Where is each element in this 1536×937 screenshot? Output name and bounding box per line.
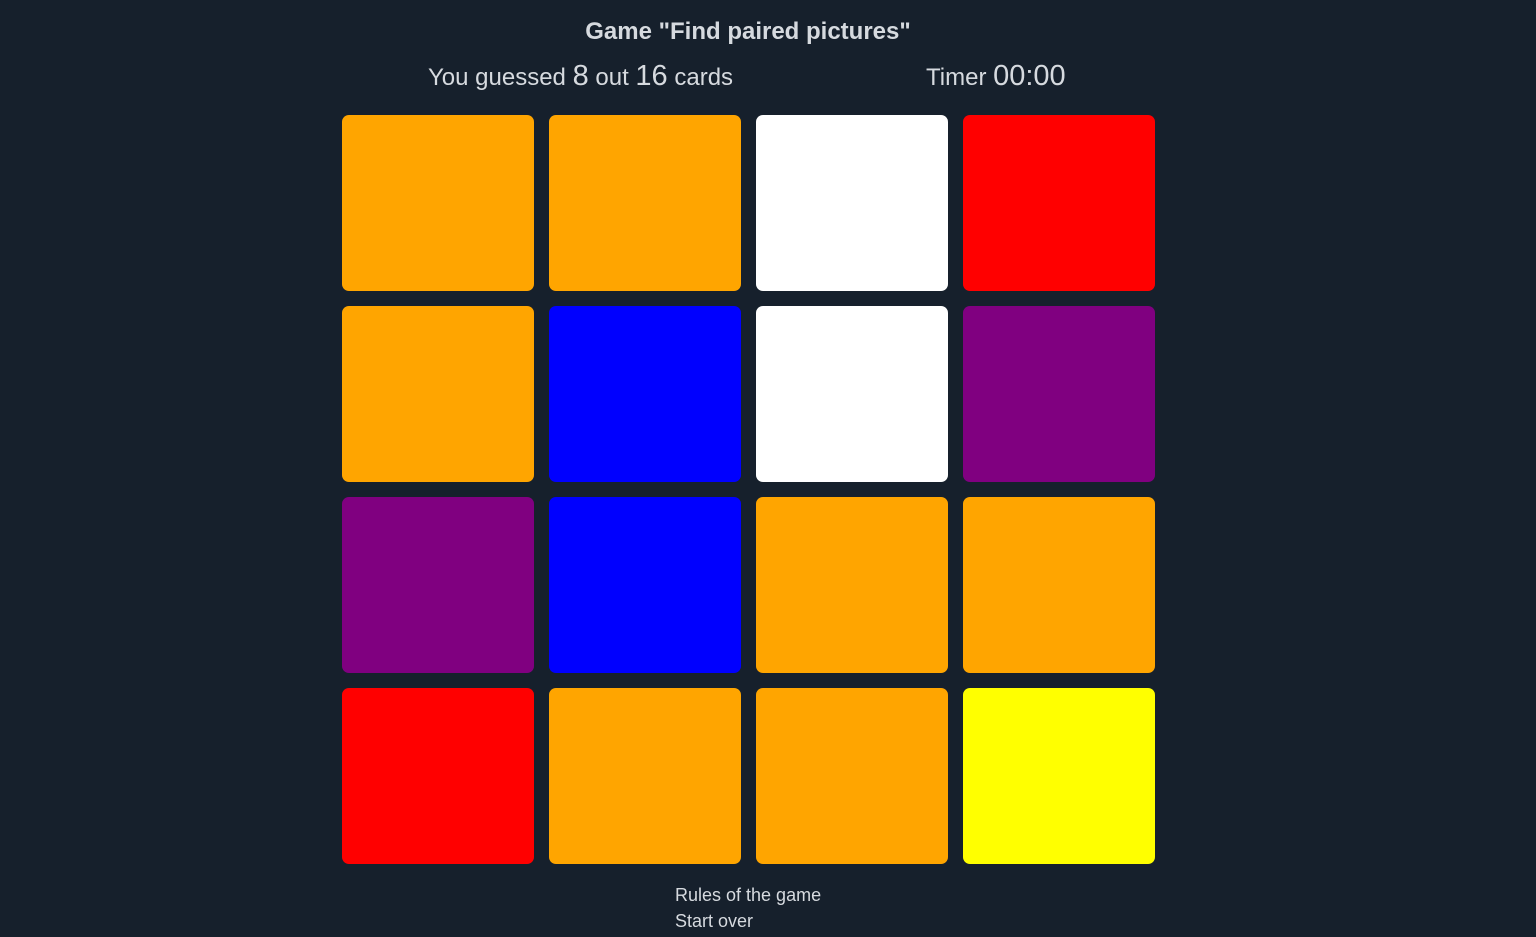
card-2[interactable] [549,115,741,291]
card-11[interactable] [756,497,948,673]
timer: Timer 00:00 [926,60,1066,93]
card-14[interactable] [549,688,741,864]
start-over-link[interactable]: Start over [675,908,821,934]
card-board [342,115,1155,864]
timer-value: 00:00 [993,60,1066,92]
score-suffix: cards [667,64,734,91]
card-13[interactable] [342,688,534,864]
card-5[interactable] [342,306,534,482]
card-16[interactable] [963,688,1155,864]
card-8[interactable] [963,306,1155,482]
page-title: Game "Find paired pictures" [585,18,911,45]
score-counter: You guessed 8 out 16 cards [428,60,733,93]
score-prefix: You guessed [428,64,573,91]
card-1[interactable] [342,115,534,291]
timer-label: Timer [926,64,994,91]
score-middle: out [588,64,636,91]
card-9[interactable] [342,497,534,673]
game-links: Rules of the game Start over [675,882,821,934]
rules-link[interactable]: Rules of the game [675,882,821,908]
card-3[interactable] [756,115,948,291]
card-7[interactable] [756,306,948,482]
guessed-count: 8 [572,60,589,92]
card-6[interactable] [549,306,741,482]
game-page: Game "Find paired pictures" You guessed … [0,0,1536,937]
card-12[interactable] [963,497,1155,673]
total-count: 16 [635,60,668,92]
card-4[interactable] [963,115,1155,291]
card-10[interactable] [549,497,741,673]
card-15[interactable] [756,688,948,864]
